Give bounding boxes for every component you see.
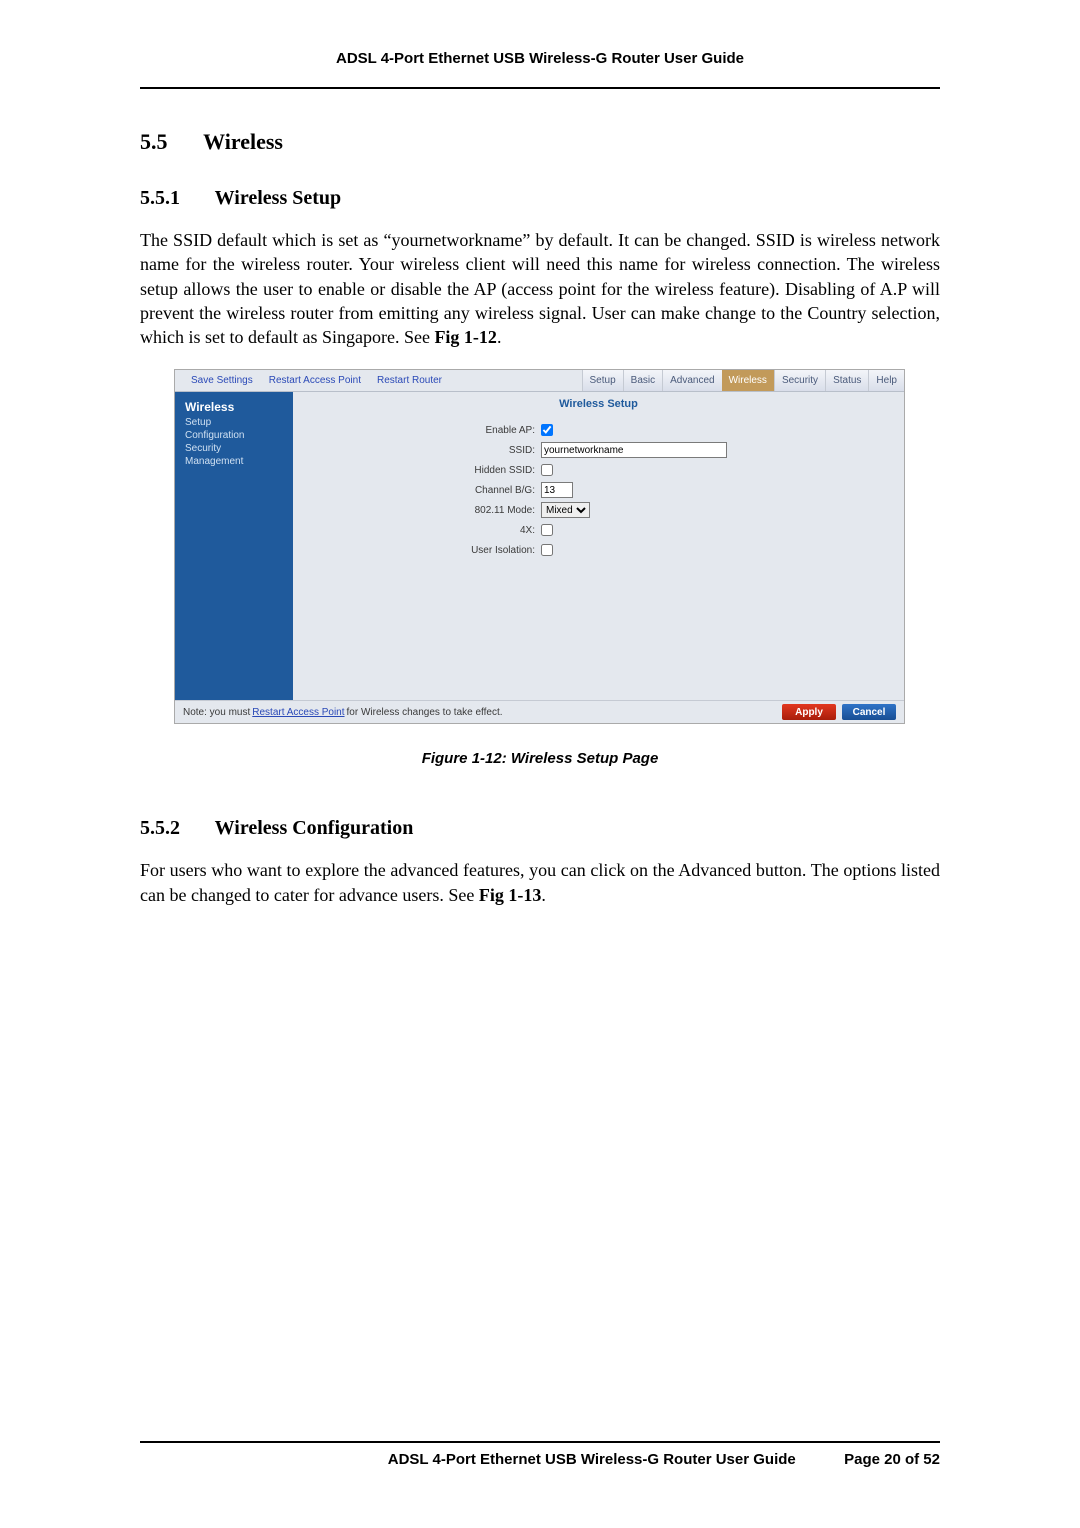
section-5-5-title: Wireless: [203, 129, 283, 154]
input-channel[interactable]: [541, 482, 573, 498]
sidebar-item-security[interactable]: Security: [185, 442, 283, 455]
sidebar-item-configuration[interactable]: Configuration: [185, 429, 283, 442]
row-hidden-ssid: Hidden SSID:: [423, 460, 904, 480]
header-rule: [140, 87, 940, 89]
figure-1-12-caption: Figure 1-12: Wireless Setup Page: [140, 750, 940, 767]
body-text-fragment: .: [541, 885, 546, 905]
sidebar-item-management[interactable]: Management: [185, 455, 283, 468]
apply-button[interactable]: Apply: [782, 704, 836, 720]
router-content: Wireless Setup Enable AP: SSID: Hidden S…: [293, 392, 904, 700]
label-user-isolation: User Isolation:: [423, 545, 541, 556]
label-hidden-ssid: Hidden SSID:: [423, 465, 541, 476]
footer-title: ADSL 4-Port Ethernet USB Wireless-G Rout…: [388, 1451, 796, 1468]
section-5-5-heading: 5.5 Wireless: [140, 129, 940, 155]
figure-reference-1-13: Fig 1-13: [479, 885, 542, 905]
label-mode: 802.11 Mode:: [423, 505, 541, 516]
router-sidebar: Wireless Setup Configuration Security Ma…: [175, 392, 293, 700]
figure-reference-1-12: Fig 1-12: [434, 327, 497, 347]
footer-note-suffix: for Wireless changes to take effect.: [347, 707, 503, 718]
row-mode: 802.11 Mode: Mixed: [423, 500, 904, 520]
select-80211-mode[interactable]: Mixed: [541, 502, 590, 518]
label-channel: Channel B/G:: [423, 485, 541, 496]
section-5-5-1-body: The SSID default which is set as “yourne…: [140, 228, 940, 349]
page-header-title: ADSL 4-Port Ethernet USB Wireless-G Rout…: [140, 50, 940, 87]
checkbox-4x[interactable]: [541, 524, 553, 536]
row-user-isolation: User Isolation:: [423, 540, 904, 560]
page-footer: ADSL 4-Port Ethernet USB Wireless-G Rout…: [140, 1441, 940, 1468]
body-text-fragment: The SSID default which is set as “yourne…: [140, 230, 940, 347]
tab-help[interactable]: Help: [868, 370, 904, 391]
checkbox-enable-ap[interactable]: [541, 424, 553, 436]
content-title: Wireless Setup: [293, 392, 904, 420]
tab-wireless[interactable]: Wireless: [722, 370, 774, 391]
cancel-button[interactable]: Cancel: [842, 704, 896, 720]
sidebar-title: Wireless: [185, 400, 283, 414]
restart-access-point-link[interactable]: Restart Access Point: [261, 375, 369, 386]
wireless-setup-form: Enable AP: SSID: Hidden SSID: Channel B/…: [423, 420, 904, 560]
router-body: Wireless Setup Configuration Security Ma…: [175, 391, 904, 700]
document-page: ADSL 4-Port Ethernet USB Wireless-G Rout…: [0, 0, 1080, 1528]
router-tabs: Setup Basic Advanced Wireless Security S…: [582, 370, 904, 391]
sidebar-item-setup[interactable]: Setup: [185, 416, 283, 429]
section-5-5-1-number: 5.5.1: [140, 187, 210, 210]
footer-line: ADSL 4-Port Ethernet USB Wireless-G Rout…: [140, 1451, 940, 1468]
tab-setup[interactable]: Setup: [582, 370, 623, 391]
section-5-5-number: 5.5: [140, 129, 198, 155]
footer-rule: [140, 1441, 940, 1443]
tab-basic[interactable]: Basic: [623, 370, 662, 391]
label-ssid: SSID:: [423, 445, 541, 456]
checkbox-user-isolation[interactable]: [541, 544, 553, 556]
label-4x: 4X:: [423, 525, 541, 536]
section-5-5-2-title: Wireless Configuration: [215, 817, 414, 839]
footer-page-number: Page 20 of 52: [844, 1451, 940, 1468]
footer-restart-ap-link[interactable]: Restart Access Point: [250, 707, 346, 718]
section-5-5-2-heading: 5.5.2 Wireless Configuration: [140, 817, 940, 840]
router-action-links: Save Settings Restart Access Point Resta…: [175, 370, 450, 391]
section-5-5-2-number: 5.5.2: [140, 817, 210, 840]
section-5-5-1-title: Wireless Setup: [215, 187, 342, 209]
tab-advanced[interactable]: Advanced: [662, 370, 721, 391]
row-ssid: SSID:: [423, 440, 904, 460]
tab-status[interactable]: Status: [825, 370, 868, 391]
section-5-5-2-body: For users who want to explore the advanc…: [140, 858, 940, 907]
router-top-nav: Save Settings Restart Access Point Resta…: [175, 370, 904, 391]
row-channel: Channel B/G:: [423, 480, 904, 500]
row-enable-ap: Enable AP:: [423, 420, 904, 440]
body-text-fragment: .: [497, 327, 502, 347]
footer-note-prefix: Note: you must: [183, 707, 250, 718]
input-ssid[interactable]: [541, 442, 727, 458]
row-4x: 4X:: [423, 520, 904, 540]
save-settings-link[interactable]: Save Settings: [183, 375, 261, 386]
label-enable-ap: Enable AP:: [423, 425, 541, 436]
section-5-5-1-heading: 5.5.1 Wireless Setup: [140, 187, 940, 210]
figure-1-12-router-ui: Save Settings Restart Access Point Resta…: [174, 369, 905, 724]
restart-router-link[interactable]: Restart Router: [369, 375, 450, 386]
tab-security[interactable]: Security: [774, 370, 825, 391]
checkbox-hidden-ssid[interactable]: [541, 464, 553, 476]
router-footer: Note: you must Restart Access Point for …: [175, 700, 904, 723]
